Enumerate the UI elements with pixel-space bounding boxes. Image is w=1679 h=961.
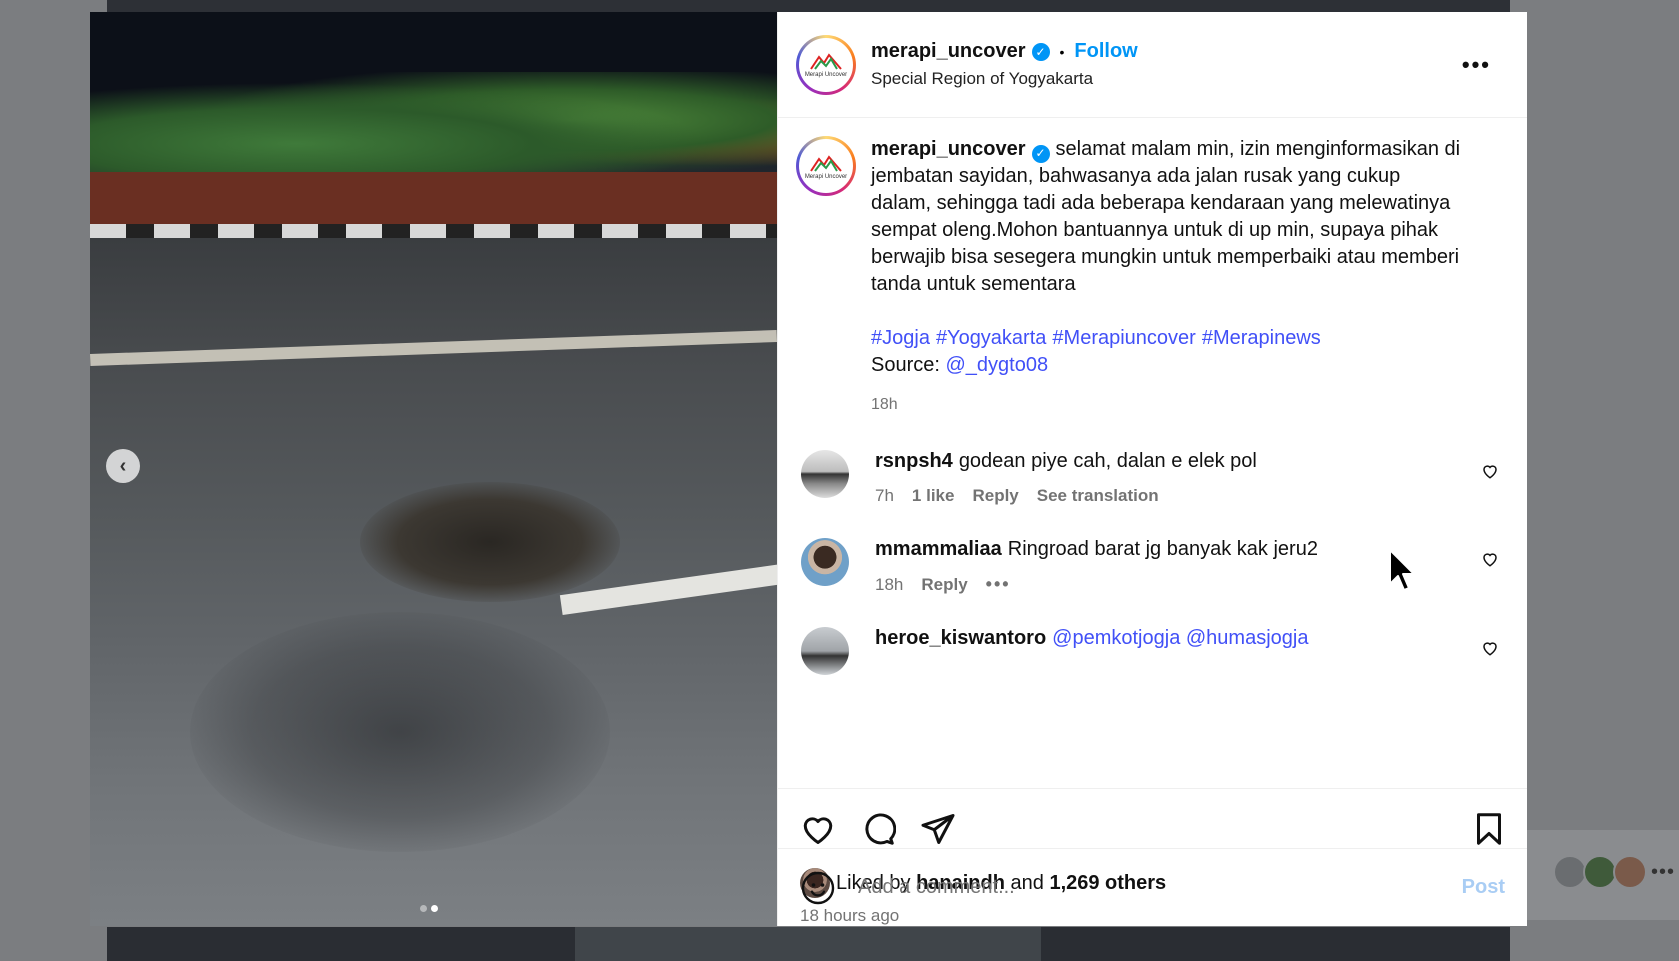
carousel-dot [420, 905, 427, 912]
post-details-panel: Merapi Uncover merapi_uncover ✓ • Follow… [777, 12, 1527, 926]
comment-likes-count[interactable]: 1 like [912, 486, 955, 506]
hashtag-link[interactable]: #Merapinews [1202, 327, 1321, 349]
photo-curb [90, 224, 777, 238]
comment-meta: 7h 1 like Reply See translation [875, 486, 1435, 506]
carousel-dot-active [431, 905, 438, 912]
comment-meta: 18h Reply ••• [875, 574, 1435, 595]
photo-wet-patch [190, 612, 610, 852]
source-mention-link[interactable]: @_dygto08 [946, 354, 1049, 376]
header-line: merapi_uncover ✓ • Follow [871, 40, 1138, 63]
username-link[interactable]: merapi_uncover [871, 40, 1026, 63]
avatar-logo: Merapi Uncover [799, 37, 853, 92]
caption-timestamp: 18h [871, 396, 898, 413]
share-send-icon[interactable] [920, 811, 956, 847]
caption-message: selamat malam min, izin menginformasikan… [871, 138, 1461, 295]
post-media[interactable]: ‹ [90, 12, 777, 926]
more-icon[interactable]: ••• [1651, 861, 1675, 884]
comment-mentions[interactable]: @pemkotjogja @humasjogja [1052, 627, 1308, 649]
hashtag-link[interactable]: #Jogja [871, 327, 930, 349]
post-modal: ‹ Merapi Uncover merapi_uncover ✓ • Foll… [90, 12, 1527, 926]
comment-body: mmammaliaa Ringroad barat jg banyak kak j… [875, 536, 1435, 595]
avatar [1613, 855, 1647, 889]
separator-dot: • [1059, 43, 1065, 60]
commenter-avatar[interactable] [801, 627, 849, 675]
follow-button[interactable]: Follow [1074, 40, 1137, 63]
profile-avatar[interactable]: Merapi Uncover [796, 34, 856, 95]
commenter-avatar[interactable] [801, 450, 849, 498]
post-comment-button[interactable]: Post [1462, 876, 1505, 899]
chevron-left-icon: ‹ [119, 454, 127, 477]
logo-text: Merapi Uncover [804, 173, 848, 180]
comment-text: heroe_kiswantoro @pemkotjogja @humasjogja [875, 625, 1435, 651]
hashtag-link[interactable]: #Yogyakarta [936, 327, 1046, 349]
source-line: Source: @_dygto08 [871, 352, 1461, 379]
comment-text: rsnpsh4 godean piye cah, dalan e elek pol [875, 448, 1435, 474]
emoji-icon[interactable] [800, 870, 836, 906]
location-link[interactable]: Special Region of Yogyakarta [871, 69, 1138, 89]
comment-input[interactable] [858, 876, 1462, 899]
add-comment-bar: Post [778, 848, 1527, 926]
previous-slide-button[interactable]: ‹ [106, 449, 140, 483]
like-comment-heart-icon[interactable] [1481, 462, 1499, 480]
mountain-logo-icon [810, 53, 842, 70]
caption-body: merapi_uncover ✓ selamat malam min, izin m… [871, 136, 1461, 418]
source-label: Source: [871, 354, 940, 376]
hashtag-list: #Jogja #Yogyakarta #Merapiuncover #Merapine… [871, 325, 1461, 352]
logo-text: Merapi Uncover [804, 72, 848, 78]
background-feed-tile [575, 927, 1041, 961]
like-comment-heart-icon[interactable] [1481, 550, 1499, 568]
avatar [1583, 855, 1617, 889]
comment-message: godean piye cah, dalan e elek pol [958, 450, 1257, 472]
like-comment-heart-icon[interactable] [1481, 639, 1499, 657]
reply-button[interactable]: Reply [972, 486, 1018, 506]
comment-body: heroe_kiswantoro @pemkotjogja @humasjogja [875, 625, 1435, 675]
commenter-avatar[interactable] [801, 538, 849, 586]
header-text: merapi_uncover ✓ • Follow Special Region… [871, 40, 1138, 89]
save-bookmark-icon[interactable] [1471, 811, 1507, 847]
post-caption: Merapi Uncover merapi_uncover ✓ selamat ma… [796, 136, 1509, 418]
caption-avatar[interactable]: Merapi Uncover [796, 136, 856, 196]
avatar [1553, 855, 1587, 889]
comment-time: 7h [875, 486, 894, 505]
background-feed-top [107, 0, 1510, 12]
commenter-username[interactable]: mmammaliaa [875, 538, 1002, 560]
reply-button[interactable]: Reply [921, 575, 967, 595]
verified-badge-icon: ✓ [1031, 144, 1050, 163]
comment-bubble-icon[interactable] [860, 811, 896, 847]
comment-options-icon[interactable]: ••• [986, 574, 1011, 595]
mouse-cursor-icon [1389, 549, 1415, 591]
photo-wall [90, 172, 777, 224]
background-avatar-stack: ••• [1553, 855, 1675, 889]
like-heart-icon[interactable] [800, 811, 836, 847]
mountain-logo-icon [810, 154, 842, 172]
comment-item: heroe_kiswantoro @pemkotjogja @humasjogja [796, 625, 1509, 675]
comment-text: mmammaliaa Ringroad barat jg banyak kak j… [875, 536, 1435, 562]
caption-text: merapi_uncover ✓ selamat malam min, izin m… [871, 136, 1461, 298]
caption-username[interactable]: merapi_uncover [871, 138, 1026, 160]
more-options-icon[interactable]: ••• [1462, 54, 1491, 76]
comment-body: rsnpsh4 godean piye cah, dalan e elek pol… [875, 448, 1435, 506]
hashtag-link[interactable]: #Merapiuncover [1052, 327, 1195, 349]
post-actions-left [800, 811, 956, 847]
comment-message: Ringroad barat jg banyak kak jeru2 [1007, 538, 1318, 560]
comment-item: rsnpsh4 godean piye cah, dalan e elek pol… [796, 448, 1509, 506]
commenter-username[interactable]: rsnpsh4 [875, 450, 953, 472]
verified-badge-icon: ✓ [1031, 42, 1050, 61]
photo-pothole [360, 482, 620, 602]
see-translation-button[interactable]: See translation [1037, 486, 1159, 506]
post-header: Merapi Uncover merapi_uncover ✓ • Follow… [778, 12, 1527, 118]
commenter-username[interactable]: heroe_kiswantoro [875, 627, 1046, 649]
carousel-indicator [420, 905, 438, 912]
comments-list[interactable]: Merapi Uncover merapi_uncover ✓ selamat ma… [778, 118, 1527, 788]
avatar-logo: Merapi Uncover [799, 139, 853, 193]
comment-time: 18h [875, 574, 904, 594]
